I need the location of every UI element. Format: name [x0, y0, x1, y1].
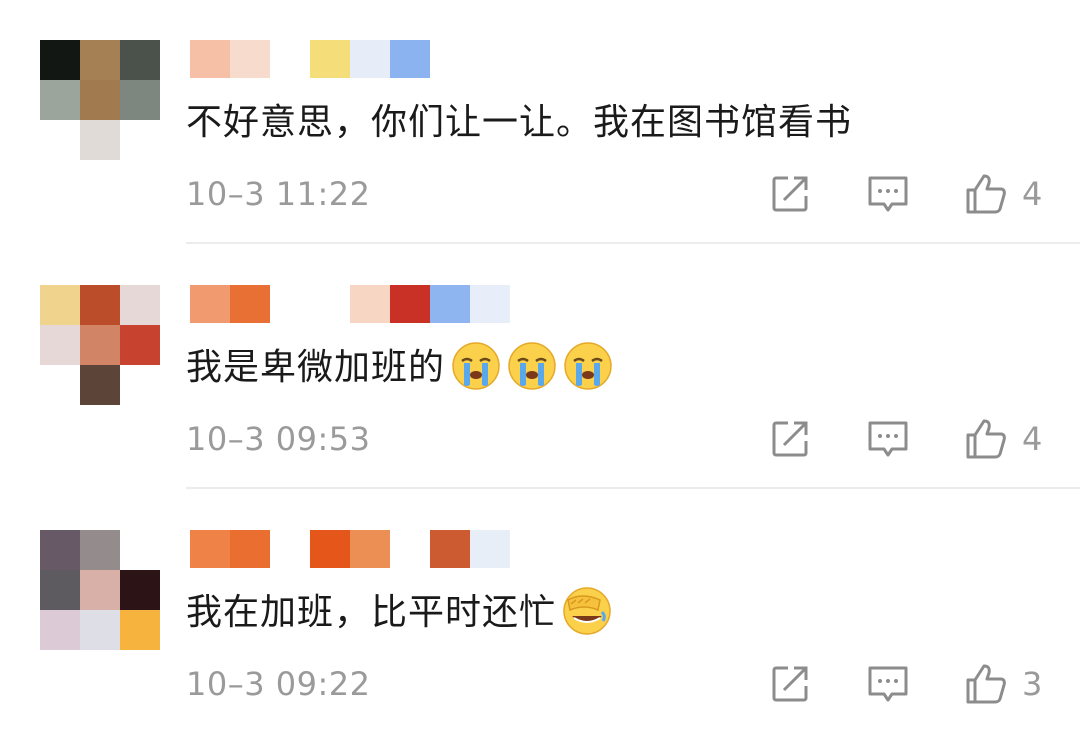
avatar-pixel: [80, 570, 120, 610]
avatar-pixel: [80, 610, 120, 650]
thumbs-up-icon[interactable]: [964, 662, 1008, 706]
comment-text: 我是卑微加班的: [186, 342, 613, 394]
username-blur-block: [190, 285, 230, 323]
avatar-pixel: [120, 325, 160, 365]
username-blur-block: [230, 285, 270, 323]
avatar-pixel: [120, 365, 160, 405]
username-blur-block: [190, 530, 230, 568]
avatar-pixel: [80, 40, 120, 80]
comment-text: 我在加班，比平时还忙: [186, 587, 612, 639]
comment-timestamp: 10–3 11:22: [186, 175, 371, 213]
avatar-pixel: [80, 285, 120, 325]
thumbs-up-icon[interactable]: [964, 417, 1008, 461]
username-blur-block: [350, 40, 390, 78]
username-blur-block: [430, 285, 470, 323]
share-icon[interactable]: [768, 662, 812, 706]
avatar-pixel: [120, 80, 160, 120]
avatar-pixel: [120, 530, 160, 570]
avatar-pixel: [40, 80, 80, 120]
username-blur-block: [470, 530, 510, 568]
comment-item: 我是卑微加班的 10–3 09:53 4: [0, 245, 1080, 490]
avatar-pixel: [40, 40, 80, 80]
comment-timestamp: 10–3 09:22: [186, 665, 371, 703]
username-blur-block: [390, 285, 430, 323]
avatar-pixel: [80, 530, 120, 570]
share-icon[interactable]: [768, 172, 812, 216]
comment-item: 不好意思，你们让一让。我在图书馆看书 10–3 11:22 4: [0, 0, 1080, 245]
crying-emoji: [451, 341, 501, 391]
avatar[interactable]: [40, 40, 160, 160]
thumbs-up-icon[interactable]: [964, 172, 1008, 216]
username-blur-block: [390, 40, 430, 78]
username-blur-block: [190, 40, 230, 78]
comment-icon[interactable]: [866, 172, 910, 216]
emoji-group: [445, 342, 613, 390]
comment-item: 我在加班，比平时还忙 10–3 09:22 3: [0, 490, 1080, 735]
crying-emoji: [507, 341, 557, 391]
avatar-pixel: [80, 80, 120, 120]
avatar[interactable]: [40, 530, 160, 650]
comment-icon[interactable]: [866, 662, 910, 706]
divider: [186, 487, 1080, 489]
emoji-group: [556, 587, 612, 635]
avatar-pixel: [40, 610, 80, 650]
username-blur-block: [350, 285, 390, 323]
avatar-pixel: [40, 285, 80, 325]
avatar-pixel: [80, 120, 120, 160]
avatar-pixel: [120, 40, 160, 80]
avatar-pixel: [120, 285, 160, 325]
avatar-pixel: [40, 120, 80, 160]
like-count: 3: [1022, 665, 1043, 703]
avatar-pixel: [40, 325, 80, 365]
crying-emoji: [563, 341, 613, 391]
avatar-pixel: [40, 530, 80, 570]
username-blur-block: [230, 530, 270, 568]
avatar[interactable]: [40, 285, 160, 405]
facepalm-laugh-emoji: [562, 586, 612, 636]
divider: [186, 242, 1080, 244]
share-icon[interactable]: [768, 417, 812, 461]
avatar-pixel: [40, 570, 80, 610]
avatar-pixel: [120, 120, 160, 160]
username-blur-block: [230, 40, 270, 78]
avatar-pixel: [120, 610, 160, 650]
comment-icon[interactable]: [866, 417, 910, 461]
avatar-pixel: [120, 570, 160, 610]
avatar-pixel: [40, 365, 80, 405]
username-blur-block: [470, 285, 510, 323]
username-blur-block: [310, 40, 350, 78]
avatar-pixel: [80, 365, 120, 405]
username-blur-block: [350, 530, 390, 568]
like-count: 4: [1022, 420, 1043, 458]
like-count: 4: [1022, 175, 1043, 213]
comment-timestamp: 10–3 09:53: [186, 420, 371, 458]
username-blur-block: [430, 530, 470, 568]
username-blur-block: [310, 530, 350, 568]
avatar-pixel: [80, 325, 120, 365]
comment-text: 不好意思，你们让一让。我在图书馆看书: [186, 102, 853, 143]
